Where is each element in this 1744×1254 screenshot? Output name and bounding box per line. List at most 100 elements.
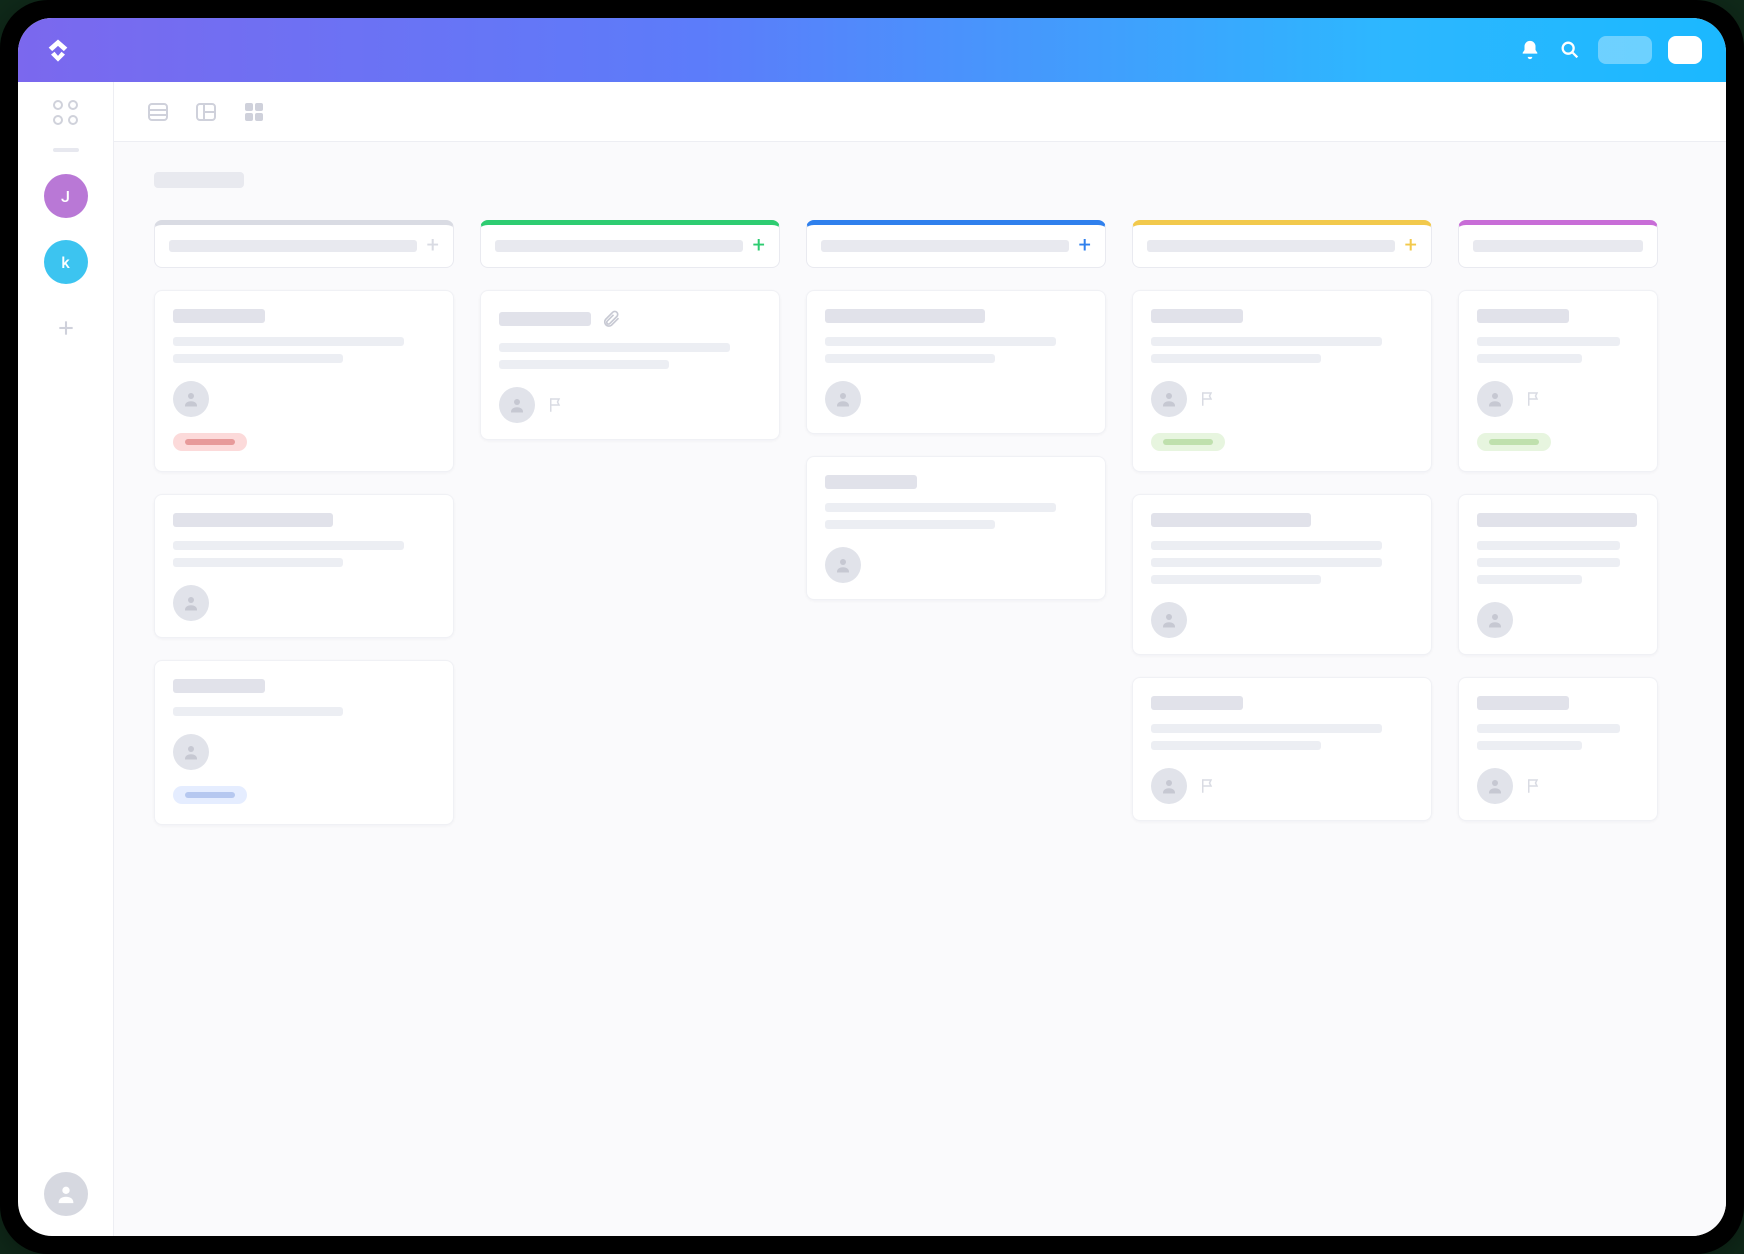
card-desc-placeholder xyxy=(1477,724,1620,733)
board-column: + xyxy=(154,220,454,847)
topbar xyxy=(18,18,1726,82)
priority-flag xyxy=(1199,777,1217,795)
card-tag xyxy=(173,786,247,804)
priority-flag xyxy=(547,396,565,414)
assignee-avatar[interactable] xyxy=(825,381,861,417)
card-desc-placeholder xyxy=(825,503,1056,512)
add-workspace-button[interactable] xyxy=(44,306,88,350)
add-card-button[interactable]: + xyxy=(1079,235,1091,257)
column-header[interactable]: + xyxy=(154,220,454,268)
attachment-icon xyxy=(601,309,621,329)
card-title-placeholder xyxy=(825,475,917,489)
home-grid-button[interactable] xyxy=(53,100,79,126)
flag-icon xyxy=(1199,777,1217,795)
notifications-button[interactable] xyxy=(1518,38,1542,62)
card-title-placeholder xyxy=(499,312,591,326)
topbar-button[interactable] xyxy=(1668,36,1702,64)
assignee-avatar[interactable] xyxy=(1477,602,1513,638)
add-card-button[interactable]: + xyxy=(427,235,439,257)
workspace-initial: k xyxy=(61,253,69,272)
column-title-placeholder xyxy=(495,240,743,252)
flag-icon xyxy=(547,396,565,414)
workspace-avatar[interactable]: J xyxy=(44,174,88,218)
task-card[interactable] xyxy=(806,290,1106,434)
task-card[interactable] xyxy=(1132,290,1432,472)
assignee-avatar[interactable] xyxy=(1151,768,1187,804)
task-card[interactable] xyxy=(1458,677,1658,821)
assignee-avatar[interactable] xyxy=(1151,602,1187,638)
plus-icon xyxy=(56,318,76,338)
kanban-board: + + + + xyxy=(154,220,1726,847)
board-view-button[interactable] xyxy=(192,98,220,126)
column-header[interactable]: + xyxy=(806,220,1106,268)
task-card[interactable] xyxy=(480,290,780,440)
workspace-initial: J xyxy=(61,187,70,206)
card-desc-placeholder xyxy=(1151,558,1382,567)
card-desc-placeholder xyxy=(1151,354,1321,363)
column-header[interactable]: + xyxy=(480,220,780,268)
assignee-avatar[interactable] xyxy=(499,387,535,423)
card-desc-placeholder xyxy=(1477,337,1620,346)
grid-view-button[interactable] xyxy=(240,98,268,126)
user-icon xyxy=(182,594,200,612)
card-desc-placeholder xyxy=(825,520,995,529)
column-header[interactable]: + xyxy=(1132,220,1432,268)
app-logo[interactable] xyxy=(42,34,74,66)
user-icon xyxy=(182,390,200,408)
task-card[interactable] xyxy=(154,494,454,638)
card-desc-placeholder xyxy=(499,360,669,369)
task-card[interactable] xyxy=(154,290,454,472)
card-desc-placeholder xyxy=(173,558,343,567)
assignee-avatar[interactable] xyxy=(1477,381,1513,417)
task-card[interactable] xyxy=(1132,677,1432,821)
card-title-placeholder xyxy=(1151,309,1243,323)
task-card[interactable] xyxy=(1132,494,1432,655)
sidebar: J k xyxy=(18,82,114,1236)
priority-flag xyxy=(1525,390,1543,408)
user-icon xyxy=(1486,390,1504,408)
card-title-placeholder xyxy=(1477,696,1569,710)
card-desc-placeholder xyxy=(1477,741,1582,750)
card-desc-placeholder xyxy=(173,337,404,346)
list-view-button[interactable] xyxy=(144,98,172,126)
card-desc-placeholder xyxy=(1477,354,1582,363)
assignee-avatar[interactable] xyxy=(173,585,209,621)
card-desc-placeholder xyxy=(1151,541,1382,550)
search-button[interactable] xyxy=(1558,38,1582,62)
card-title-placeholder xyxy=(825,309,985,323)
topbar-pill[interactable] xyxy=(1598,36,1652,64)
card-desc-placeholder xyxy=(825,354,995,363)
assignee-avatar[interactable] xyxy=(173,734,209,770)
column-header[interactable] xyxy=(1458,220,1658,268)
assignee-avatar[interactable] xyxy=(1477,768,1513,804)
task-card[interactable] xyxy=(1458,494,1658,655)
assignee-avatar[interactable] xyxy=(825,547,861,583)
card-desc-placeholder xyxy=(1151,575,1321,584)
task-card[interactable] xyxy=(806,456,1106,600)
add-card-button[interactable]: + xyxy=(753,235,765,257)
card-title-placeholder xyxy=(1151,513,1311,527)
card-tag xyxy=(1477,433,1551,451)
board-column: + xyxy=(1132,220,1432,843)
dot-icon xyxy=(53,100,63,110)
assignee-avatar[interactable] xyxy=(173,381,209,417)
card-desc-placeholder xyxy=(1151,724,1382,733)
card-desc-placeholder xyxy=(173,354,343,363)
workspace-avatar[interactable]: k xyxy=(44,240,88,284)
task-card[interactable] xyxy=(1458,290,1658,472)
main-area: + + + + xyxy=(114,82,1726,1236)
column-title-placeholder xyxy=(821,240,1069,252)
sidebar-separator xyxy=(53,148,79,152)
add-card-button[interactable]: + xyxy=(1405,235,1417,257)
card-desc-placeholder xyxy=(173,707,343,716)
card-title-placeholder xyxy=(173,679,265,693)
current-user-avatar[interactable] xyxy=(44,1172,88,1216)
card-tag xyxy=(173,433,247,451)
view-toolbar xyxy=(114,82,1726,142)
task-card[interactable] xyxy=(154,660,454,825)
assignee-avatar[interactable] xyxy=(1151,381,1187,417)
user-icon xyxy=(1160,390,1178,408)
card-title-placeholder xyxy=(1477,513,1637,527)
card-desc-placeholder xyxy=(1477,575,1582,584)
search-icon xyxy=(1559,39,1581,61)
